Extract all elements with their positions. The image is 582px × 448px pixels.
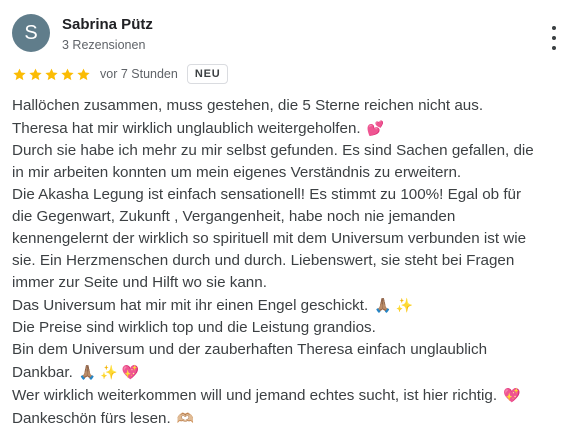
star-icon bbox=[45, 68, 58, 80]
star-icon bbox=[29, 68, 42, 80]
review-line: Wer wirklich weiterkommen will und jeman… bbox=[12, 387, 521, 404]
review-line: Theresa hat mir wirklich unglaublich wei… bbox=[12, 120, 385, 137]
star-rating bbox=[12, 67, 92, 82]
review-line: Bin dem Universum und der zauberhaften T… bbox=[12, 341, 488, 358]
reviewer-header: S Sabrina Pütz 3 Rezensionen bbox=[12, 14, 153, 54]
reviewer-name[interactable]: Sabrina Pütz bbox=[62, 16, 153, 34]
review-line: in mir arbeiten konnten um mein eigenes … bbox=[12, 164, 462, 181]
reviewer-info: Sabrina Pütz 3 Rezensionen bbox=[62, 16, 153, 54]
review-line: Die Preise sind wirklich top und die Lei… bbox=[12, 319, 376, 336]
review-line: Dankeschön fürs lesen. 🫶🏼 bbox=[12, 410, 195, 427]
heart-emoji: 💕 bbox=[366, 120, 385, 136]
pray-sparkle-emoji: 🙏🏽 ✨ bbox=[374, 297, 413, 313]
review-line: Durch sie habe ich mehr zu mir selbst ge… bbox=[12, 142, 534, 159]
heart-hands-emoji: 🫶🏼 bbox=[176, 410, 195, 426]
review-line: immer zur Seite und Hilft wo sie kann. bbox=[12, 274, 267, 291]
review-line: Hallöchen zusammen, muss gestehen, die 5… bbox=[12, 97, 484, 114]
avatar[interactable]: S bbox=[12, 14, 50, 52]
star-icon bbox=[77, 68, 90, 80]
review-time: vor 7 Stunden bbox=[100, 67, 178, 81]
star-icon bbox=[13, 68, 26, 80]
pray-sparkle-heart-emoji: 🙏🏽 ✨ 💖 bbox=[78, 364, 139, 380]
review-line: kennengelernt der wirklich so spirituell… bbox=[12, 230, 527, 247]
heart-emoji: 💖 bbox=[503, 387, 521, 403]
new-badge: NEU bbox=[186, 64, 229, 84]
review-meta: vor 7 Stunden NEU bbox=[12, 64, 229, 84]
more-options-icon[interactable] bbox=[546, 26, 562, 50]
star-icon bbox=[61, 68, 74, 80]
review-count[interactable]: 3 Rezensionen bbox=[62, 36, 153, 54]
review-line: die Gegenwart, Zukunft , Vergangenheit, … bbox=[12, 208, 456, 225]
review-line: Das Universum hat mir mit ihr einen Enge… bbox=[12, 297, 413, 314]
review-line: Die Akasha Legung ist einfach sensatione… bbox=[12, 186, 522, 203]
review-line: Dankbar. 🙏🏽 ✨ 💖 bbox=[12, 364, 139, 381]
review-text: Hallöchen zusammen, muss gestehen, die 5… bbox=[12, 95, 572, 430]
review-line: sie. Ein Herzmenschen durch und durch. L… bbox=[12, 252, 515, 269]
